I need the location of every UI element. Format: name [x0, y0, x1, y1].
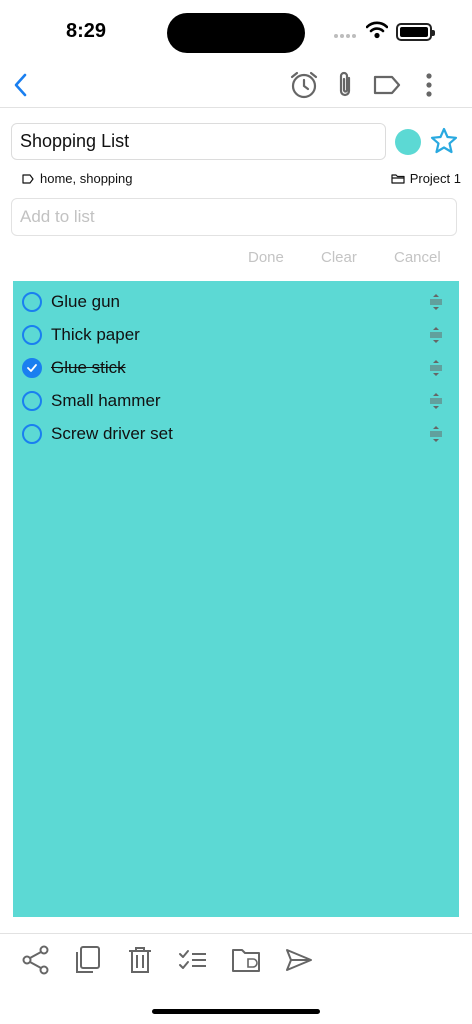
bottom-toolbar: [0, 933, 472, 991]
item-label[interactable]: Small hammer: [51, 391, 161, 411]
chevron-left-icon: [14, 73, 27, 97]
drag-handle-icon[interactable]: [428, 359, 444, 377]
checklist-panel: Glue gun Thick paper Glue stick Small ha…: [13, 281, 459, 917]
done-button[interactable]: Done: [248, 249, 284, 266]
checkbox-checked[interactable]: [22, 358, 42, 378]
tag-icon: [22, 173, 34, 184]
tag-button[interactable]: [370, 68, 404, 102]
copy-icon[interactable]: [72, 944, 104, 976]
cancel-button[interactable]: Cancel: [394, 249, 441, 266]
list-item: Glue gun: [13, 284, 459, 317]
tag-icon: [373, 75, 401, 95]
alarm-icon: [290, 71, 318, 99]
checkbox[interactable]: [22, 292, 42, 312]
back-button[interactable]: [4, 68, 38, 102]
nav-bar: [0, 60, 472, 108]
project[interactable]: Project 1: [391, 171, 461, 186]
project-label: Project 1: [409, 171, 461, 186]
drag-handle-icon[interactable]: [428, 326, 444, 344]
reminder-button[interactable]: [287, 68, 321, 102]
meta-row: home, shopping Project 1: [0, 170, 472, 188]
item-label[interactable]: Screw driver set: [51, 424, 173, 444]
drag-handle-icon[interactable]: [428, 392, 444, 410]
color-picker-button[interactable]: [395, 129, 421, 155]
checkbox[interactable]: [22, 391, 42, 411]
checklist-icon[interactable]: [177, 944, 209, 976]
battery-icon: [396, 23, 435, 41]
title-input[interactable]: Shopping List: [11, 123, 386, 160]
folder-icon[interactable]: [230, 944, 262, 976]
trash-icon[interactable]: [124, 944, 156, 976]
clear-button[interactable]: Clear: [321, 249, 357, 266]
dynamic-island: [167, 13, 305, 53]
signal-icon: [334, 34, 356, 38]
more-button[interactable]: [412, 68, 446, 102]
checkbox[interactable]: [22, 325, 42, 345]
list-item: Glue stick: [13, 350, 459, 383]
checkmark-icon: [27, 364, 37, 372]
folder-icon: [391, 174, 405, 184]
item-label[interactable]: Thick paper: [51, 325, 140, 345]
list-item: Screw driver set: [13, 416, 459, 449]
star-icon[interactable]: [429, 126, 459, 156]
item-label[interactable]: Glue gun: [51, 292, 120, 312]
send-icon[interactable]: [283, 944, 315, 976]
list-item: Small hammer: [13, 383, 459, 416]
tags-label: home, shopping: [40, 171, 133, 186]
list-item: Thick paper: [13, 317, 459, 350]
checkbox[interactable]: [22, 424, 42, 444]
add-item-input[interactable]: Add to list: [11, 198, 457, 236]
item-label[interactable]: Glue stick: [51, 358, 126, 378]
tags[interactable]: home, shopping: [22, 171, 133, 186]
more-vertical-icon: [426, 73, 432, 97]
drag-handle-icon[interactable]: [428, 293, 444, 311]
edit-actions: Done Clear Cancel: [0, 249, 472, 269]
paperclip-icon: [339, 71, 351, 97]
share-icon[interactable]: [20, 944, 52, 976]
status-time: 8:29: [66, 20, 107, 42]
home-indicator[interactable]: [152, 1009, 320, 1014]
attachment-button[interactable]: [328, 68, 362, 102]
status-bar: 8:29: [0, 0, 472, 60]
wifi-icon: [366, 21, 388, 39]
drag-handle-icon[interactable]: [428, 425, 444, 443]
